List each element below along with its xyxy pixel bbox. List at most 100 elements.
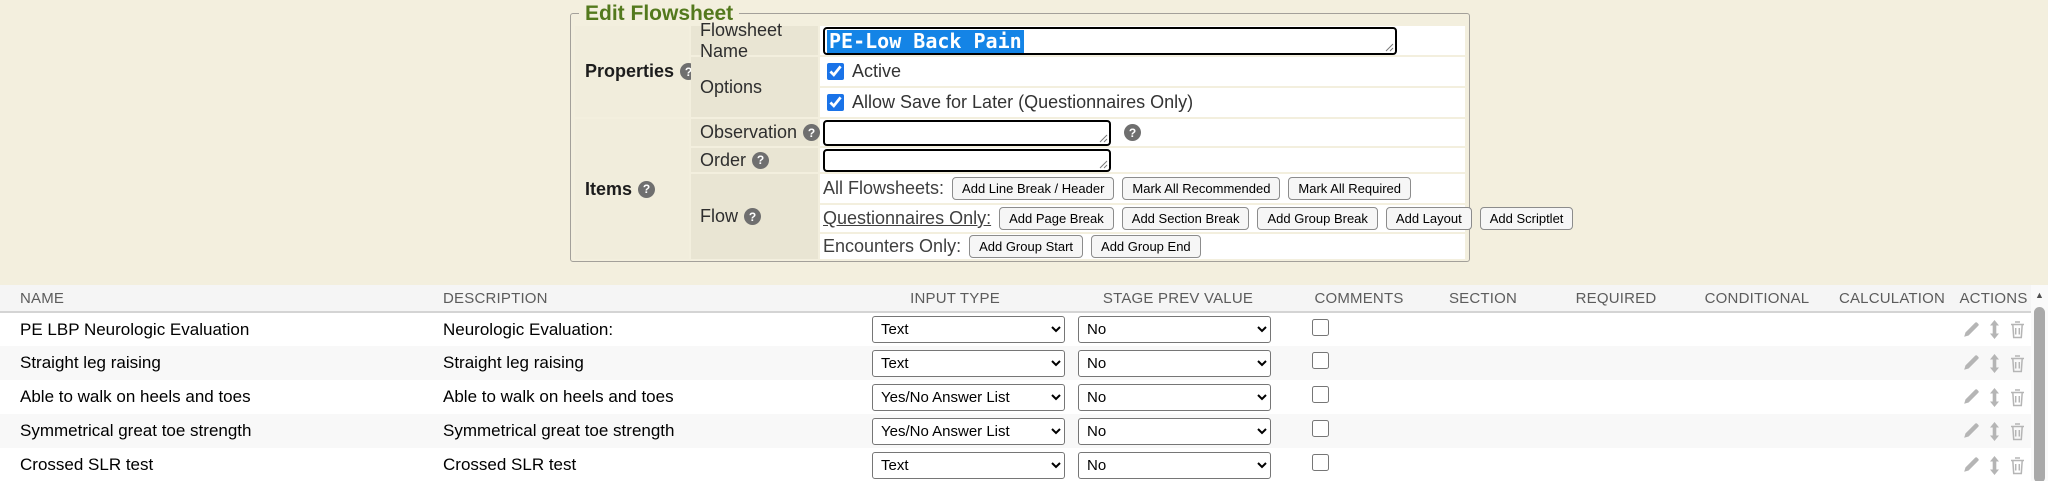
edit-flowsheet-form: Properties ? Items ? Flowsheet Name Opti… [575, 26, 1465, 259]
resize-grip-icon[interactable] [1385, 43, 1394, 52]
observation-input[interactable] [823, 120, 1111, 146]
move-row-icon[interactable] [1989, 422, 2000, 441]
edit-icon[interactable] [1962, 388, 1980, 406]
items-help-icon[interactable]: ? [638, 181, 655, 198]
item-calculation [1828, 448, 1956, 481]
item-description: Symmetrical great toe strength [423, 414, 852, 448]
scrollbar-up-arrow-icon[interactable]: ▲ [2031, 285, 2048, 304]
item-section [1420, 448, 1546, 481]
order-input[interactable] [823, 149, 1111, 172]
comments-checkbox[interactable] [1312, 319, 1329, 336]
stage-prev-value-select[interactable]: No [1078, 316, 1271, 343]
item-required [1546, 312, 1686, 346]
add-layout-button[interactable]: Add Layout [1386, 207, 1472, 230]
col-header-name: NAME [0, 285, 423, 312]
add-line-break-header-button[interactable]: Add Line Break / Header [952, 177, 1114, 200]
flow-help-icon[interactable]: ? [744, 208, 761, 225]
flowsheet-name-input[interactable]: PE-Low Back Pain [823, 27, 1397, 55]
comments-checkbox[interactable] [1312, 454, 1329, 471]
item-name: PE LBP Neurologic Evaluation [0, 312, 423, 346]
input-type-select[interactable]: Yes/No Answer List [872, 384, 1065, 411]
add-section-break-button[interactable]: Add Section Break [1122, 207, 1250, 230]
edit-flowsheet-fieldset: Edit Flowsheet Properties ? Items ? Flow… [570, 2, 1470, 262]
table-header-row: NAME DESCRIPTION INPUT TYPE STAGE PREV V… [0, 285, 2031, 312]
mark-all-required-button[interactable]: Mark All Required [1288, 177, 1411, 200]
input-type-select[interactable]: Text [872, 316, 1065, 343]
encounters-only-label: Encounters Only: [823, 236, 961, 257]
item-conditional [1686, 380, 1828, 414]
item-required [1546, 380, 1686, 414]
item-section [1420, 414, 1546, 448]
input-type-select[interactable]: Text [872, 350, 1065, 377]
item-calculation [1828, 414, 1956, 448]
add-group-end-button[interactable]: Add Group End [1091, 235, 1201, 258]
edit-icon[interactable] [1962, 456, 1980, 474]
table-row: Symmetrical great toe strength Symmetric… [0, 414, 2031, 448]
edit-icon[interactable] [1962, 321, 1980, 339]
item-name: Able to walk on heels and toes [0, 380, 423, 414]
flow-label: Flow ? [691, 174, 818, 259]
item-calculation [1828, 380, 1956, 414]
item-conditional [1686, 346, 1828, 380]
move-row-icon[interactable] [1989, 354, 2000, 373]
resize-grip-icon[interactable] [1099, 160, 1108, 169]
comments-checkbox[interactable] [1312, 386, 1329, 403]
comments-checkbox[interactable] [1312, 352, 1329, 369]
input-type-select[interactable]: Text [872, 452, 1065, 479]
delete-icon[interactable] [2009, 422, 2026, 441]
item-required [1546, 448, 1686, 481]
items-section-label: Items [585, 179, 632, 200]
col-header-calculation: CALCULATION [1828, 285, 1956, 312]
col-header-section: SECTION [1420, 285, 1546, 312]
col-header-actions: ACTIONS [1956, 285, 2031, 312]
add-scriptlet-button[interactable]: Add Scriptlet [1480, 207, 1574, 230]
table-row: Able to walk on heels and toes Able to w… [0, 380, 2031, 414]
input-type-select[interactable]: Yes/No Answer List [872, 418, 1065, 445]
item-section [1420, 380, 1546, 414]
move-row-icon[interactable] [1989, 388, 2000, 407]
move-row-icon[interactable] [1989, 320, 2000, 339]
properties-section: Properties ? [575, 26, 689, 117]
item-conditional [1686, 414, 1828, 448]
add-group-start-button[interactable]: Add Group Start [969, 235, 1083, 258]
table-scrollbar[interactable]: ▲ [2031, 285, 2048, 481]
add-group-break-button[interactable]: Add Group Break [1257, 207, 1377, 230]
active-checkbox[interactable] [827, 63, 844, 80]
move-row-icon[interactable] [1989, 456, 2000, 475]
col-header-stage-prev-value: STAGE PREV VALUE [1058, 285, 1298, 312]
mark-all-recommended-button[interactable]: Mark All Recommended [1122, 177, 1280, 200]
properties-section-label: Properties [585, 61, 674, 82]
item-description: Neurologic Evaluation: [423, 312, 852, 346]
item-required [1546, 346, 1686, 380]
allow-save-checkbox-label: Allow Save for Later (Questionnaires Onl… [852, 92, 1193, 113]
item-name: Crossed SLR test [0, 448, 423, 481]
table-row: PE LBP Neurologic Evaluation Neurologic … [0, 312, 2031, 346]
active-checkbox-label: Active [852, 61, 901, 82]
add-page-break-button[interactable]: Add Page Break [999, 207, 1114, 230]
edit-icon[interactable] [1962, 354, 1980, 372]
scrollbar-thumb[interactable] [2034, 307, 2045, 481]
edit-icon[interactable] [1962, 422, 1980, 440]
table-row: Crossed SLR test Crossed SLR test Text N… [0, 448, 2031, 481]
order-label: Order ? [691, 148, 818, 172]
items-section: Items ? [575, 119, 689, 259]
stage-prev-value-select[interactable]: No [1078, 418, 1271, 445]
col-header-comments: COMMENTS [1298, 285, 1420, 312]
item-description: Able to walk on heels and toes [423, 380, 852, 414]
comments-checkbox[interactable] [1312, 420, 1329, 437]
item-description: Straight leg raising [423, 346, 852, 380]
delete-icon[interactable] [2009, 320, 2026, 339]
item-name: Straight leg raising [0, 346, 423, 380]
delete-icon[interactable] [2009, 388, 2026, 407]
delete-icon[interactable] [2009, 456, 2026, 475]
item-required [1546, 414, 1686, 448]
stage-prev-value-select[interactable]: No [1078, 384, 1271, 411]
observation-field-help-icon[interactable]: ? [1124, 124, 1141, 141]
stage-prev-value-select[interactable]: No [1078, 452, 1271, 479]
allow-save-checkbox[interactable] [827, 94, 844, 111]
order-help-icon[interactable]: ? [752, 152, 769, 169]
resize-grip-icon[interactable] [1099, 134, 1108, 143]
observation-help-icon[interactable]: ? [803, 124, 820, 141]
delete-icon[interactable] [2009, 354, 2026, 373]
stage-prev-value-select[interactable]: No [1078, 350, 1271, 377]
